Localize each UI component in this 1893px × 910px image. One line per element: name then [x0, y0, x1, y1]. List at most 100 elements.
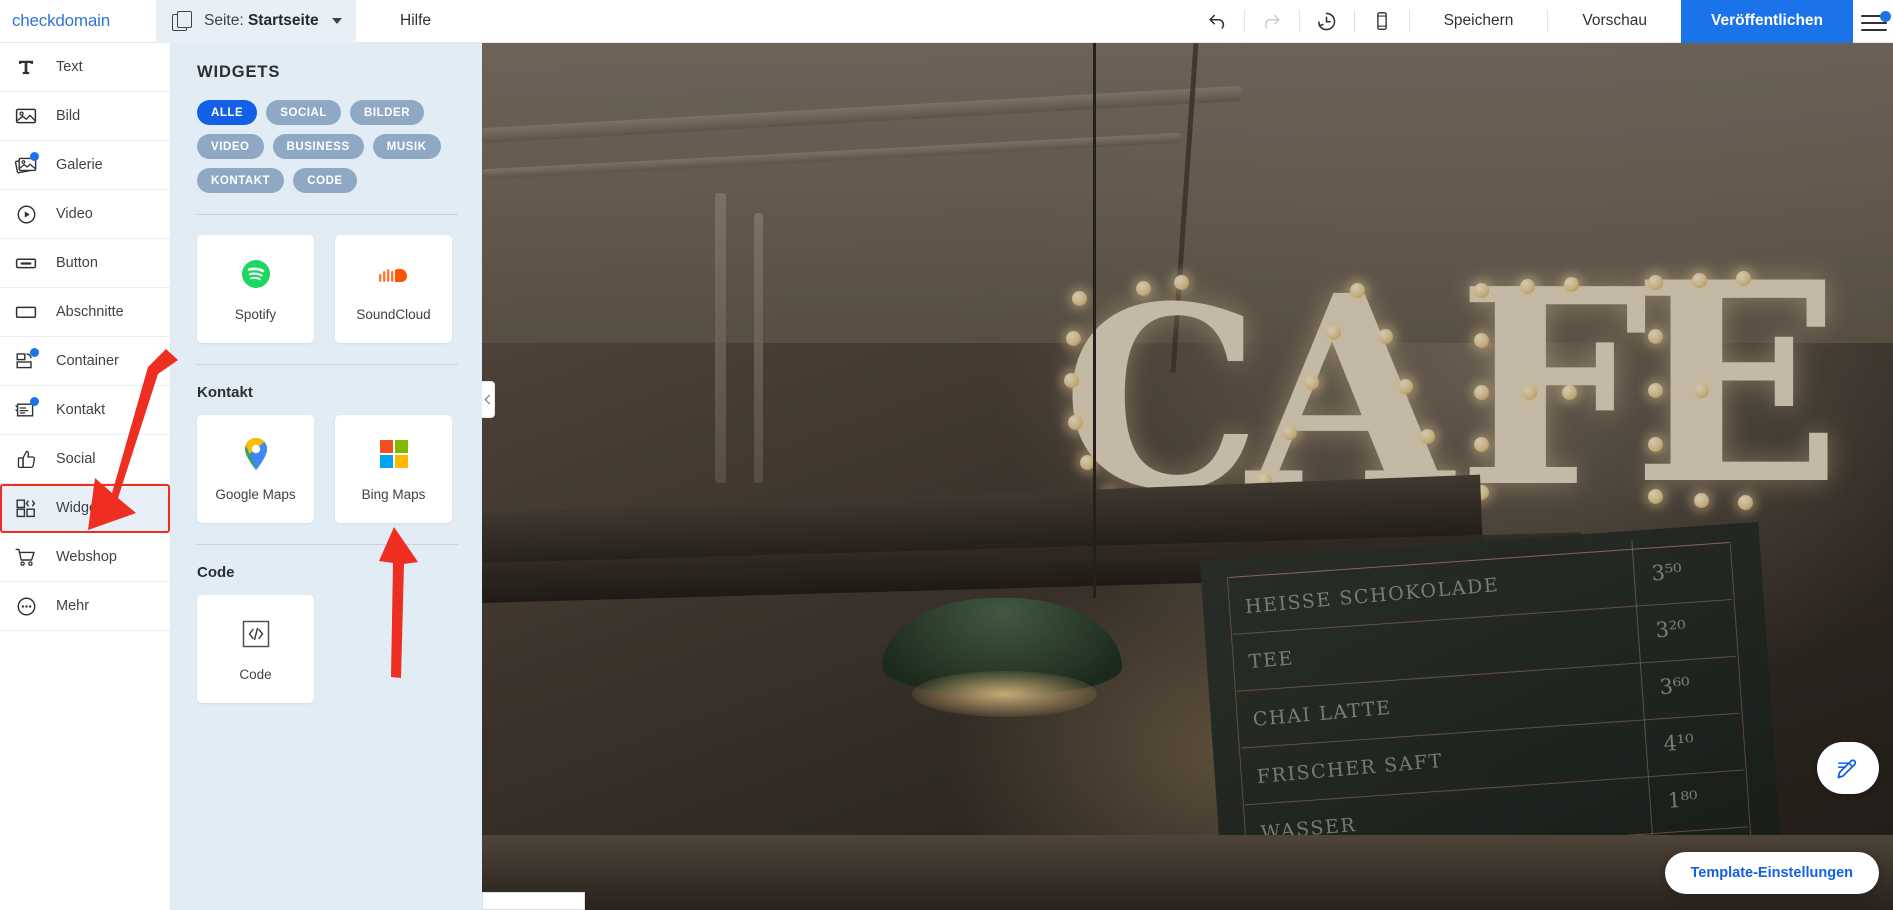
- mobile-preview-button[interactable]: [1355, 0, 1409, 43]
- preview-button[interactable]: Vorschau: [1548, 0, 1681, 43]
- redo-button[interactable]: [1245, 0, 1299, 43]
- thumbs-up-icon: [13, 446, 39, 472]
- sidebar-item-label: Webshop: [56, 549, 117, 565]
- widget-card-label: Code: [239, 666, 272, 682]
- sidebar-item-container[interactable]: Container: [0, 337, 170, 386]
- page-selector[interactable]: Seite: Startseite: [156, 0, 356, 43]
- panel-divider: [197, 214, 458, 215]
- widget-group-code: Code Code: [197, 564, 458, 703]
- widget-card-spotify[interactable]: Spotify: [197, 235, 314, 343]
- sidebar-item-label: Bild: [56, 108, 81, 124]
- sidebar-item-bild[interactable]: Bild: [0, 92, 170, 141]
- sidebar-item-abschnitte[interactable]: Abschnitte: [0, 288, 170, 337]
- filter-chip-video[interactable]: VIDEO: [197, 134, 264, 159]
- widget-card-label: Google Maps: [215, 486, 296, 502]
- chevron-down-icon[interactable]: [332, 18, 342, 24]
- text-icon: [13, 54, 39, 80]
- sidebar-item-label: Video: [56, 206, 93, 222]
- widget-card-label: Spotify: [234, 306, 277, 322]
- more-dots-icon: [13, 593, 39, 619]
- image-overlay: [482, 43, 1893, 910]
- publish-button[interactable]: Veröffentlichen: [1681, 0, 1853, 43]
- help-link[interactable]: Hilfe: [400, 12, 431, 30]
- hamburger-menu-icon[interactable]: [1853, 0, 1893, 43]
- sidebar-item-mehr[interactable]: Mehr: [0, 582, 170, 631]
- sidebar-item-label: Button: [56, 255, 98, 271]
- sidebar-item-button[interactable]: Button: [0, 239, 170, 288]
- sidebar-item-label: Social: [56, 451, 96, 467]
- panel-collapse-handle[interactable]: [482, 381, 495, 418]
- filter-chip-alle[interactable]: ALLE: [197, 100, 258, 125]
- sidebar-item-kontakt[interactable]: Kontakt: [0, 386, 170, 435]
- sidebar-item-label: Abschnitte: [56, 304, 124, 320]
- widget-group-heading: Kontakt: [197, 384, 253, 401]
- sidebar-item-widgets[interactable]: Widgets: [0, 484, 170, 533]
- undo-icon: [1208, 14, 1224, 29]
- widget-filter-chips: ALLE SOCIAL BILDER VIDEO BUSINESS MUSIK …: [197, 100, 458, 193]
- left-sidebar: Text Bild Galerie Video Button Abschnitt…: [0, 43, 171, 910]
- widget-card-google-maps[interactable]: Google Maps: [197, 415, 314, 523]
- widget-card-label: Bing Maps: [361, 486, 426, 502]
- burger-line: [1861, 28, 1887, 31]
- image-icon: [13, 103, 39, 129]
- redo-icon: [1264, 14, 1280, 29]
- sidebar-item-label: Kontakt: [56, 402, 106, 418]
- widget-card-row: Google Maps Bing Maps: [197, 415, 458, 523]
- page-selector-label: Seite: Startseite: [204, 12, 319, 30]
- history-button[interactable]: [1300, 0, 1354, 43]
- sidebar-item-label: Mehr: [56, 598, 90, 614]
- sidebar-item-galerie[interactable]: Galerie: [0, 141, 170, 190]
- soundcloud-icon: [377, 257, 411, 291]
- spotify-icon: [239, 257, 273, 291]
- widget-group-kontakt: Kontakt Google Maps Bing Maps: [197, 384, 458, 523]
- page-canvas[interactable]: C A F E HEISSE SCHOKOLADE TEE CHAI LATTE…: [482, 43, 1893, 910]
- shopping-cart-icon: [13, 544, 39, 570]
- panel-divider: [197, 364, 458, 365]
- widget-group-musik: Spotify SoundCloud: [197, 235, 458, 343]
- sidebar-badge-dot: [30, 397, 39, 406]
- widget-card-row: Spotify SoundCloud: [197, 235, 458, 343]
- widget-card-bing-maps[interactable]: Bing Maps: [335, 415, 452, 523]
- page-label-prefix: Seite:: [204, 12, 244, 29]
- checkdomain-logo[interactable]: checkdomain: [12, 11, 130, 31]
- widget-card-row: Code: [197, 595, 458, 703]
- filter-chip-social[interactable]: SOCIAL: [266, 100, 341, 125]
- panel-title: WIDGETS: [197, 63, 281, 81]
- widget-card-code[interactable]: Code: [197, 595, 314, 703]
- button-icon: [13, 250, 39, 276]
- filter-chip-business[interactable]: BUSINESS: [272, 134, 364, 159]
- sidebar-item-video[interactable]: Video: [0, 190, 170, 239]
- burger-line: [1861, 21, 1887, 24]
- widget-group-heading: Code: [197, 564, 235, 581]
- sidebar-item-social[interactable]: Social: [0, 435, 170, 484]
- save-button[interactable]: Speichern: [1410, 0, 1548, 43]
- widgets-panel: WIDGETS ALLE SOCIAL BILDER VIDEO BUSINES…: [171, 43, 482, 910]
- mobile-preview-icon: [1376, 12, 1387, 30]
- panel-divider: [197, 544, 458, 545]
- filter-chip-bilder[interactable]: BILDER: [349, 100, 425, 125]
- widget-card-label: SoundCloud: [356, 306, 431, 322]
- undo-button[interactable]: [1190, 0, 1244, 43]
- filter-chip-code[interactable]: CODE: [293, 168, 357, 193]
- sidebar-item-webshop[interactable]: Webshop: [0, 533, 170, 582]
- filter-chip-musik[interactable]: MUSIK: [372, 134, 441, 159]
- sidebar-item-label: Container: [56, 353, 119, 369]
- template-settings-button[interactable]: Template-Einstellungen: [1664, 852, 1879, 894]
- sidebar-badge-dot: [30, 152, 39, 161]
- design-palette-icon: [1836, 758, 1856, 778]
- top-toolbar: checkdomain Seite: Startseite Hilfe Spei…: [0, 0, 1893, 43]
- canvas-element-placeholder[interactable]: [482, 892, 585, 910]
- sidebar-item-label: Galerie: [56, 157, 103, 173]
- sidebar-item-text[interactable]: Text: [0, 43, 170, 92]
- widget-card-soundcloud[interactable]: SoundCloud: [335, 235, 452, 343]
- menu-notification-dot: [1880, 10, 1891, 22]
- design-settings-fab[interactable]: [1817, 742, 1879, 794]
- sidebar-item-label: Text: [56, 59, 83, 75]
- history-clock-icon: [1318, 12, 1336, 30]
- page-name-value: Startseite: [247, 12, 319, 29]
- sidebar-item-label: Widgets: [56, 500, 109, 516]
- pages-icon: [172, 11, 192, 31]
- sections-icon: [13, 299, 39, 325]
- filter-chip-kontakt[interactable]: KONTAKT: [197, 168, 285, 193]
- hero-background-image: C A F E HEISSE SCHOKOLADE TEE CHAI LATTE…: [482, 43, 1893, 910]
